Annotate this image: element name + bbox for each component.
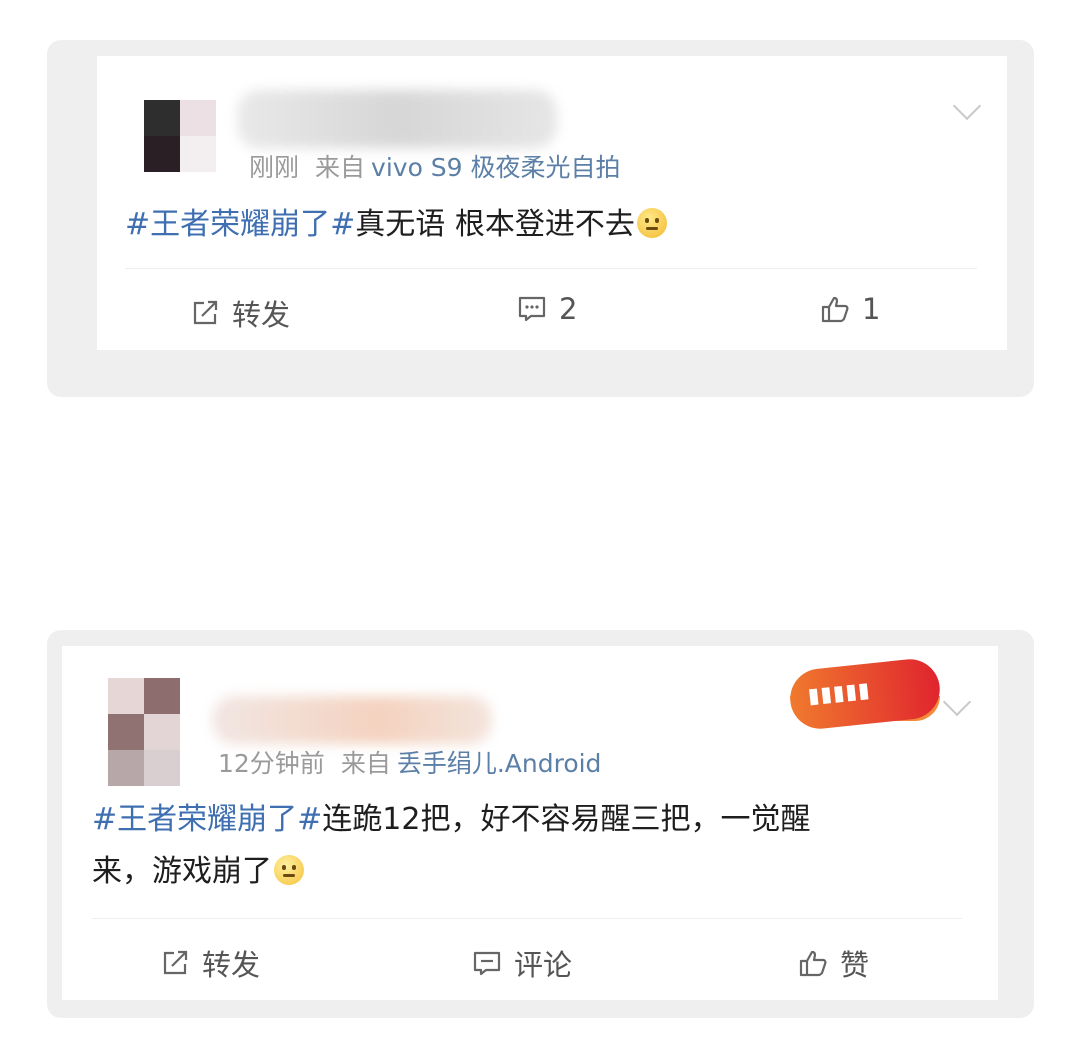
post-card-2: ▮▮▮▮▮ 12分钟前 来自 丢手绢儿.Android #王者荣耀崩了#连跪12把，… xyxy=(62,646,998,1000)
avatar[interactable] xyxy=(144,100,216,172)
thumbs-up-icon xyxy=(799,950,827,977)
divider xyxy=(92,918,962,919)
post-meta: 12分钟前 来自 丢手绢儿.Android xyxy=(218,744,601,780)
badge-text: ▮▮▮▮▮ xyxy=(806,677,872,708)
post-time: 刚刚 xyxy=(249,153,300,182)
post-body-line1: 真无语 根本登进不去 xyxy=(355,207,635,242)
comment-button[interactable]: 2 xyxy=(517,292,577,326)
like-label: 赞 xyxy=(840,948,870,982)
emoji-icon xyxy=(636,208,667,238)
like-button[interactable]: 1 xyxy=(820,292,880,326)
post-text: #王者荣耀崩了#连跪12把，好不容易醒三把，一觉醒 来，游戏崩了 xyxy=(92,796,972,896)
repost-label: 转发 xyxy=(232,298,291,332)
hashtag-link[interactable]: #王者荣耀崩了# xyxy=(125,207,355,242)
source-prefix: 来自 xyxy=(340,749,391,778)
username[interactable] xyxy=(212,696,492,744)
comment-button[interactable]: 评论 xyxy=(472,942,572,984)
repost-icon xyxy=(163,950,188,975)
post-time: 12分钟前 xyxy=(218,749,325,778)
post-meta: 刚刚 来自 vivo S9 极夜柔光自拍 xyxy=(249,148,621,184)
post-text: #王者荣耀崩了#真无语 根本登进不去 xyxy=(125,201,667,249)
divider xyxy=(125,268,977,269)
comment-count: 2 xyxy=(559,292,578,326)
comment-icon xyxy=(473,951,501,976)
hashtag-link[interactable]: #王者荣耀崩了# xyxy=(92,802,322,837)
device-link[interactable]: vivo S9 极夜柔光自拍 xyxy=(371,153,621,182)
thumbs-up-icon xyxy=(821,296,849,323)
chevron-down-icon[interactable] xyxy=(942,687,972,717)
repost-label: 转发 xyxy=(202,948,261,982)
avatar[interactable] xyxy=(108,678,180,786)
device-link[interactable]: 丢手绢儿.Android xyxy=(397,749,602,778)
post-body-line2: 来，游戏崩了 xyxy=(92,854,272,889)
comment-label: 评论 xyxy=(514,948,573,982)
like-button[interactable]: 赞 xyxy=(798,942,869,984)
emoji-icon xyxy=(274,855,304,885)
post-body-line2-row: 来，游戏崩了 xyxy=(92,848,972,896)
repost-button[interactable]: 转发 xyxy=(190,292,290,334)
username[interactable] xyxy=(237,90,557,148)
post-body-line1-row: #王者荣耀崩了#连跪12把，好不容易醒三把，一觉醒 xyxy=(92,796,972,844)
repost-icon xyxy=(193,300,218,325)
repost-button[interactable]: 转发 xyxy=(160,942,260,984)
comment-icon xyxy=(518,296,546,322)
source-prefix: 来自 xyxy=(315,153,366,182)
post-card-1: 刚刚 来自 vivo S9 极夜柔光自拍 #王者荣耀崩了#真无语 根本登进不去 转发… xyxy=(97,56,1007,350)
chevron-down-icon[interactable] xyxy=(952,91,982,121)
like-count: 1 xyxy=(862,292,881,326)
post-body-line1: 连跪12把，好不容易醒三把，一觉醒 xyxy=(322,802,811,837)
